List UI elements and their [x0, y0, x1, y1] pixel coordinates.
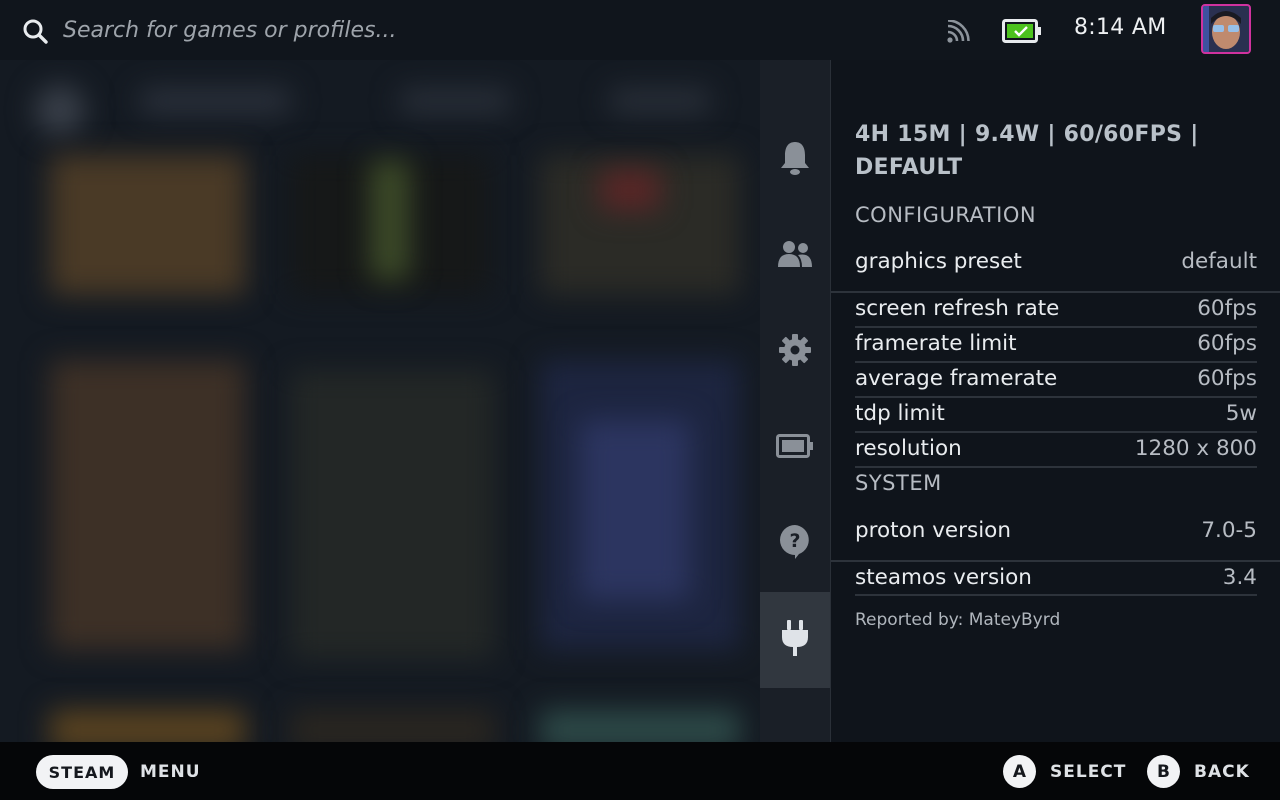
friends-icon [778, 239, 812, 273]
divider [831, 291, 1280, 293]
configuration-header: CONFIGURATION [855, 203, 1037, 227]
config-row-resolution: resolution 1280 x 800 [855, 436, 1257, 470]
tab-plugins[interactable] [760, 592, 830, 688]
battery-icon [776, 434, 814, 462]
plug-icon [780, 619, 810, 661]
system-label: steamos version [855, 565, 1032, 590]
config-label: average framerate [855, 366, 1058, 391]
battery-charging-icon [1002, 19, 1042, 43]
config-value: 5w [1225, 401, 1257, 426]
system-label: proton version [855, 518, 1011, 543]
divider [831, 560, 1280, 562]
tab-settings[interactable] [760, 304, 830, 400]
divider [855, 361, 1257, 363]
library-backdrop [0, 60, 760, 742]
search-icon[interactable] [22, 18, 48, 44]
back-label: BACK [1194, 762, 1250, 782]
divider [855, 326, 1257, 328]
system-value: 7.0-5 [1201, 518, 1257, 543]
config-row-average-framerate: average framerate 60fps [855, 366, 1257, 400]
divider [855, 594, 1257, 596]
plugin-panel: 4H 15M | 9.4W | 60/60FPS | DEFAULT CONFI… [831, 60, 1280, 742]
config-value: 60fps [1197, 366, 1257, 391]
bell-icon [779, 140, 811, 180]
config-row-framerate-limit: framerate limit 60fps [855, 331, 1257, 365]
config-label: framerate limit [855, 331, 1017, 356]
avatar[interactable] [1201, 4, 1251, 54]
menu-label: MENU [140, 762, 201, 782]
config-label: tdp limit [855, 401, 945, 426]
performance-summary: 4H 15M | 9.4W | 60/60FPS | DEFAULT [855, 122, 1199, 180]
b-button-glyph[interactable]: B [1147, 755, 1180, 788]
system-value: 3.4 [1222, 565, 1257, 590]
tab-performance[interactable] [760, 400, 830, 496]
select-label: SELECT [1050, 762, 1127, 782]
config-value: default [1181, 249, 1257, 274]
config-label: resolution [855, 436, 962, 461]
a-button-glyph[interactable]: A [1003, 755, 1036, 788]
reporter-credit: Reported by: MateyByrd [855, 610, 1061, 630]
tab-help[interactable]: ? [760, 496, 830, 592]
config-value: 1280 x 800 [1134, 436, 1257, 461]
svg-text:?: ? [789, 530, 800, 552]
system-header: SYSTEM [855, 471, 942, 495]
config-row-tdp-limit: tdp limit 5w [855, 401, 1257, 435]
quick-access-tabs: ? [760, 60, 831, 742]
help-icon: ? [779, 524, 811, 564]
rss-icon [945, 19, 971, 44]
tab-notifications[interactable] [760, 112, 830, 208]
tab-friends[interactable] [760, 208, 830, 304]
config-row-screen-refresh-rate: screen refresh rate 60fps [855, 296, 1257, 330]
config-label: screen refresh rate [855, 296, 1060, 321]
divider [855, 466, 1257, 468]
top-bar: 8:14 AM [0, 0, 1280, 60]
divider [855, 431, 1257, 433]
divider [855, 396, 1257, 398]
config-row-graphics-preset: graphics preset default [855, 249, 1257, 283]
config-value: 60fps [1197, 331, 1257, 356]
config-label: graphics preset [855, 249, 1022, 274]
config-value: 60fps [1197, 296, 1257, 321]
steam-button[interactable]: STEAM [36, 755, 128, 789]
gear-icon [778, 333, 812, 371]
system-row-proton-version: proton version 7.0-5 [855, 518, 1257, 552]
clock: 8:14 AM [1074, 15, 1167, 40]
bottom-bar: STEAM MENU A SELECT B BACK [0, 742, 1280, 800]
search-input[interactable] [63, 14, 563, 46]
